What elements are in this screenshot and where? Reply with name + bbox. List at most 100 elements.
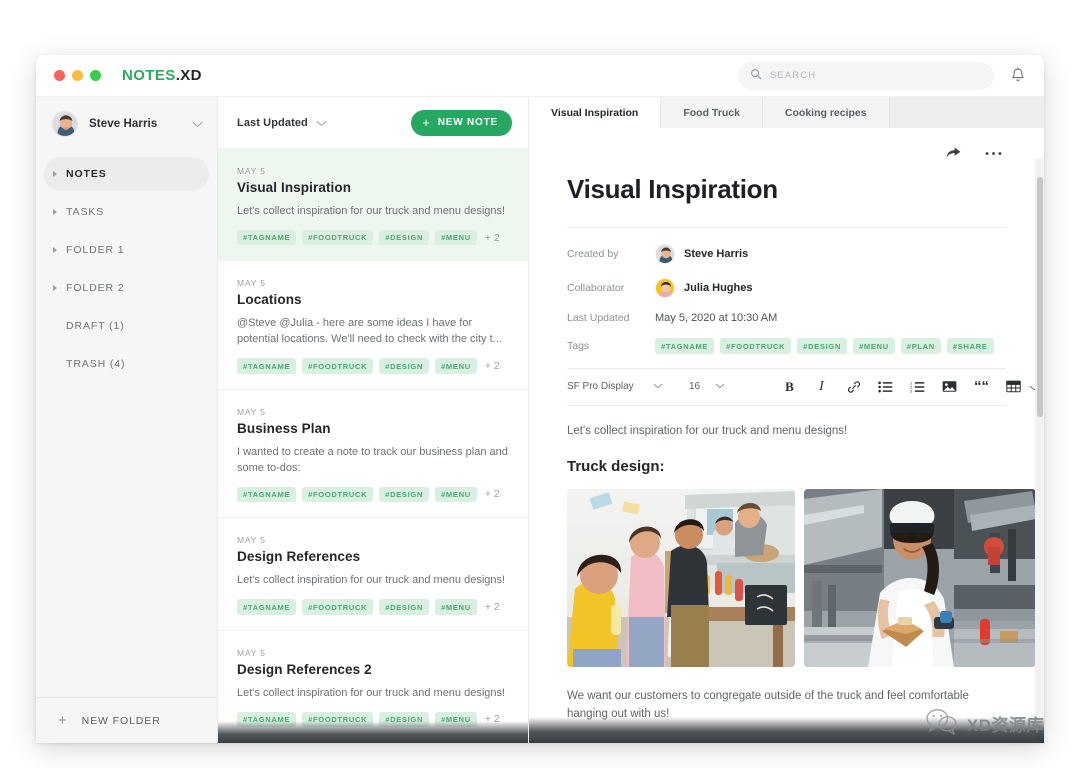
bullet-list-icon[interactable] [873,374,898,399]
tag-chip[interactable]: #MENU [435,599,477,615]
sidebar-item-tasks[interactable]: TASKS [44,195,209,229]
note-tags: #TAGNAME #FOODTRUCK #DESIGN #MENU + 2 [237,599,509,615]
meta-label: Tags [567,339,590,352]
sort-label: Last Updated [237,116,308,129]
tag-chip[interactable]: #MENU [435,711,477,728]
tag-chip[interactable]: #DESIGN [379,229,430,246]
tag-chip[interactable]: #TAGNAME [237,229,297,246]
svg-text:3: 3 [910,388,912,392]
note-list-item[interactable]: MAY 5 Design References Let's collect in… [218,518,528,631]
user-menu[interactable]: Steve Harris [36,97,217,151]
tag-chip[interactable]: #FOODTRUCK [302,229,374,246]
tab-visual-inspiration[interactable]: Visual Inspiration [529,97,662,128]
detail-tags: #TAGNAME #FOODTRUCK #DESIGN #MENU #PLAN … [655,338,994,354]
sidebar-item-label: FOLDER 1 [66,244,125,256]
sidebar-item-trash[interactable]: TRASH (4) [44,347,209,381]
numbered-list-icon[interactable]: 1 2 3 [905,374,930,399]
font-family-select[interactable]: SF Pro Display [567,369,663,405]
tag-chip[interactable]: #MENU [435,229,477,246]
tag-chip[interactable]: #MENU [435,358,477,374]
note-list-scroll[interactable]: MAY 5 Visual Inspiration Let's collect i… [218,149,528,743]
image-icon[interactable] [937,374,962,399]
new-folder-button[interactable]: + NEW FOLDER [36,697,217,743]
plus-icon: + [422,115,431,130]
note-date: MAY 5 [237,535,266,546]
tag-chip[interactable]: #DESIGN [379,358,430,374]
search-box[interactable] [738,61,994,90]
note-tags: #TAGNAME #FOODTRUCK #DESIGN #MENU + 2 [237,486,509,503]
tag-chip[interactable]: #FOODTRUCK [720,338,792,354]
tag-chip[interactable]: #DESIGN [379,711,430,728]
italic-button[interactable]: I [809,374,834,399]
tag-chip[interactable]: #FOODTRUCK [302,599,374,615]
tag-chip[interactable]: #FOODTRUCK [302,711,374,728]
tag-chip[interactable]: #FOODTRUCK [302,358,374,374]
tag-overflow-count[interactable]: + 2 [485,360,500,372]
sidebar-item-folder-2[interactable]: FOLDER 2 [44,271,209,305]
share-icon[interactable] [946,147,961,160]
tab-food-truck[interactable]: Food Truck [661,97,763,128]
link-icon[interactable] [841,374,866,399]
tag-chip[interactable]: #MENU [435,486,477,503]
chevron-down-icon[interactable] [316,114,327,132]
note-detail-scroll[interactable]: Visual Inspiration Created by Steve Harr… [529,128,1044,743]
tab-cooking-recipes[interactable]: Cooking recipes [762,97,890,128]
note-tags: #TAGNAME #FOODTRUCK #DESIGN #MENU + 2 [237,358,509,374]
app-logo-secondary: .XD [175,67,202,84]
note-list-item[interactable]: MAY 5 Business Plan I wanted to create a… [218,390,528,519]
tag-overflow-count[interactable]: + 2 [485,232,500,244]
tab-bar-filler [889,97,1044,128]
table-icon[interactable] [1001,374,1026,399]
note-list-item[interactable]: MAY 5 Visual Inspiration Let's collect i… [218,149,528,262]
tag-chip[interactable]: #TAGNAME [237,599,297,615]
more-horizontal-icon[interactable] [985,151,1002,156]
sidebar-item-draft[interactable]: DRAFT (1) [44,309,209,343]
sidebar-item-folder-1[interactable]: FOLDER 1 [44,233,209,267]
note-list-item[interactable]: MAY 5 Design References 2 Let's collect … [218,631,528,743]
search-input[interactable] [770,70,982,81]
note-date: MAY 5 [237,278,266,289]
tag-chip[interactable]: #MENU [853,338,895,354]
tag-chip[interactable]: #TAGNAME [237,711,297,728]
tag-chip[interactable]: #DESIGN [379,599,430,615]
tag-chip[interactable]: #PLAN [900,338,941,354]
tag-chip[interactable]: #TAGNAME [655,338,715,354]
note-title: Visual Inspiration [237,180,352,195]
search-icon [750,67,762,85]
tab-label: Food Truck [683,106,740,119]
bell-icon[interactable] [1010,67,1026,84]
avatar [52,111,78,137]
detail-scrollbar[interactable] [1035,159,1044,743]
tag-chip[interactable]: #DESIGN [379,486,430,503]
bold-button[interactable]: B [777,374,802,399]
tag-chip[interactable]: #DESIGN [797,338,848,354]
screenshot-stage: NOTES .XD SEARCH Steve Harris NOTES TASKS… [0,0,1080,768]
meta-row-tags: Tags #TAGNAME #FOODTRUCK #DESIGN #MENU #… [567,338,1006,354]
new-note-button[interactable]: + NEW NOTE [411,109,512,136]
minimize-window-button[interactable] [72,70,83,81]
font-size-select[interactable]: 16 [689,369,725,405]
window-controls[interactable] [54,70,101,81]
tag-overflow-count[interactable]: + 2 [485,713,500,725]
note-body[interactable]: Let's collect inspiration for our truck … [567,406,1036,744]
tag-chip[interactable]: #FOODTRUCK [302,486,374,503]
detail-scrollbar-thumb[interactable] [1036,177,1043,417]
tag-chip[interactable]: #TAGNAME [237,486,297,503]
quote-icon[interactable]: ““ [969,374,994,399]
sidebar-item-notes[interactable]: NOTES [44,157,209,191]
chef-in-food-truck-photo[interactable] [804,488,1036,667]
note-excerpt: Let's collect inspiration for our truck … [237,574,506,587]
tag-overflow-count[interactable]: + 2 [485,601,500,613]
note-detail-content: Visual Inspiration Created by Steve Harr… [529,128,1044,743]
tag-chip[interactable]: #TAGNAME [237,358,297,374]
note-title: Business Plan [237,420,331,436]
people-at-food-truck-photo[interactable] [567,488,795,667]
maximize-window-button[interactable] [90,70,101,81]
tag-overflow-count[interactable]: + 2 [485,488,500,500]
triangle-right-icon [53,171,57,177]
note-date: MAY 5 [237,647,266,658]
note-list-item[interactable]: MAY 5 Locations @Steve @Julia - here are… [218,261,528,390]
close-window-button[interactable] [54,70,65,81]
tag-chip[interactable]: #SHARE [946,338,994,354]
